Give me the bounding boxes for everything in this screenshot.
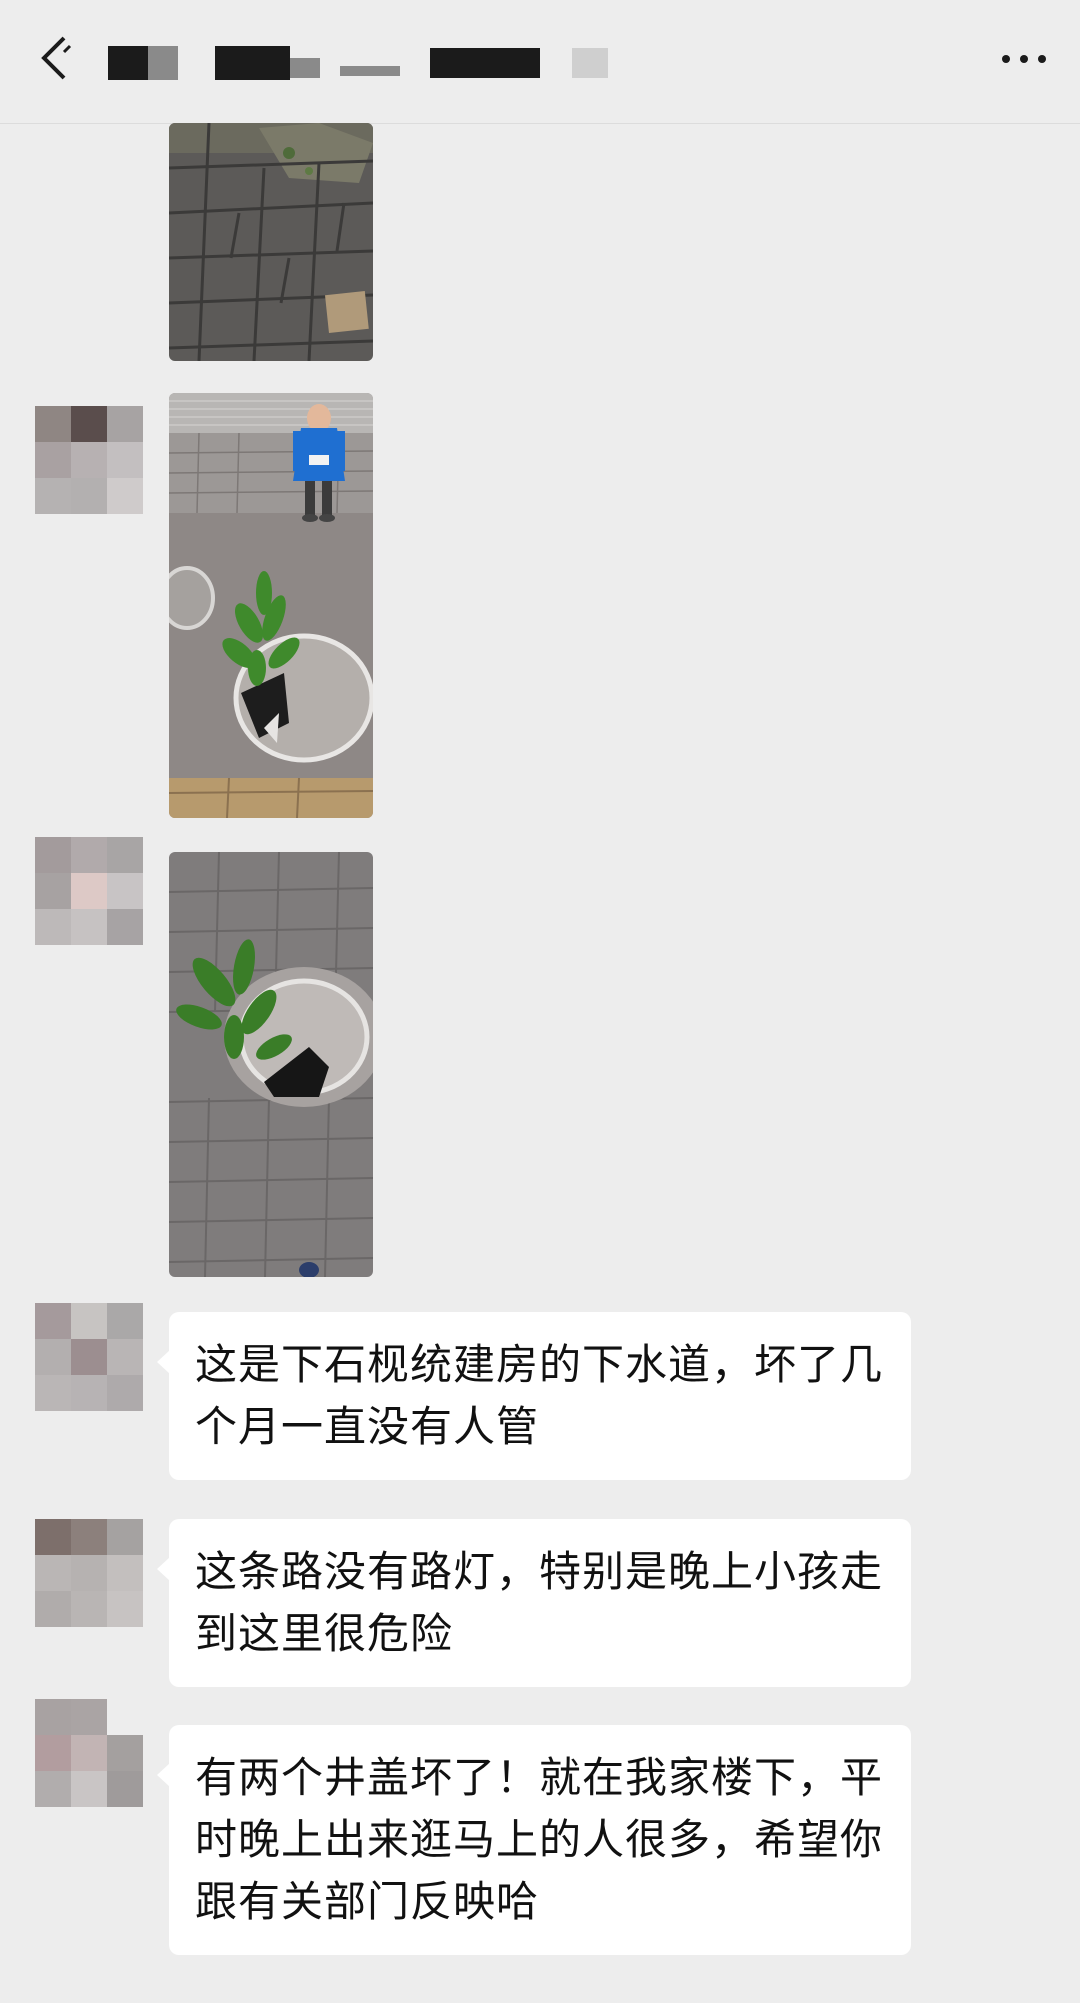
avatar[interactable] (35, 406, 143, 514)
broken-manhole-photo (169, 852, 373, 1277)
text-message[interactable]: 有两个井盖坏了！就在我家楼下，平时晚上出来逛马上的人很多，希望你跟有关部门反映哈 (157, 1725, 911, 1955)
chevron-left-icon (41, 36, 72, 80)
avatar[interactable] (35, 1519, 143, 1627)
child-manhole-photo (169, 393, 373, 818)
image-message-child[interactable] (169, 393, 373, 818)
text-message[interactable]: 这是下石枧统建房的下水道，坏了几个月一直没有人管 (157, 1312, 911, 1480)
image-message-sidewalk[interactable] (169, 123, 373, 361)
text-message[interactable]: 这条路没有路灯，特别是晚上小孩走到这里很危险 (157, 1519, 911, 1687)
chat-header (0, 0, 1080, 124)
sidewalk-photo (169, 123, 373, 361)
avatar[interactable] (35, 1699, 143, 1807)
avatar[interactable] (35, 837, 143, 945)
back-button[interactable] (30, 28, 90, 88)
image-message-manhole[interactable] (169, 852, 373, 1277)
more-button[interactable] (994, 38, 1054, 78)
avatar[interactable] (35, 1303, 143, 1411)
